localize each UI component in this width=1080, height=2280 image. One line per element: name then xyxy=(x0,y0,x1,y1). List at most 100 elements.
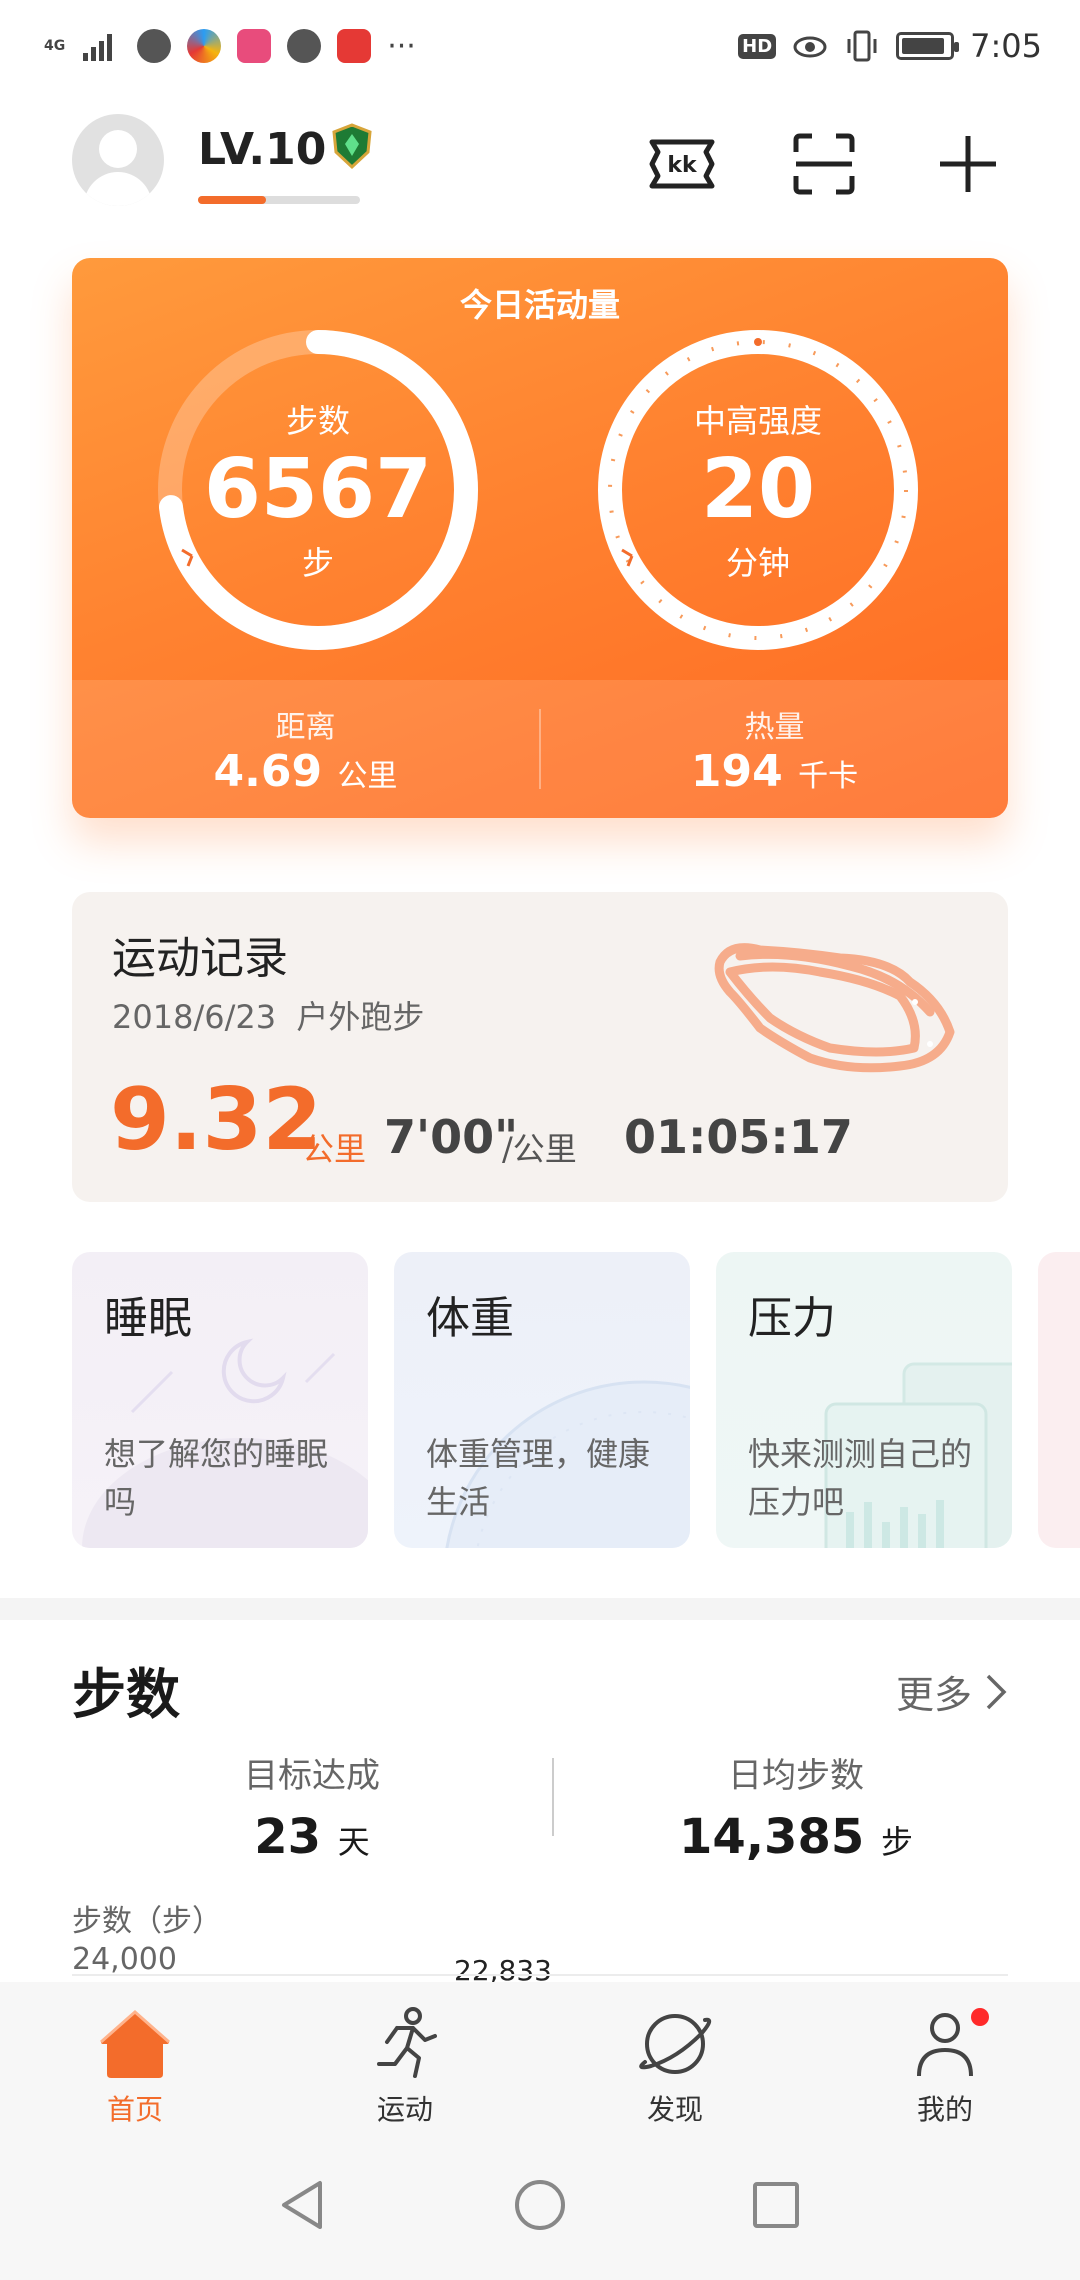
user-level[interactable]: LV.10 xyxy=(198,124,326,175)
battery-icon xyxy=(896,32,960,60)
steps-value: 6567 xyxy=(203,442,433,537)
nav-home[interactable]: 首页 xyxy=(0,1982,270,2130)
hd-icon: HD xyxy=(738,33,777,59)
more-label: 更多 xyxy=(895,1673,972,1717)
steps-unit: 步 xyxy=(301,544,334,582)
distance-stat: 距离 4.69 公里 xyxy=(72,702,539,797)
goal-unit: 天 xyxy=(337,1823,370,1861)
distance-value: 4.69 xyxy=(213,745,323,797)
next-card-partial[interactable] xyxy=(1038,1252,1080,1548)
record-type: 户外跑步 xyxy=(296,998,425,1036)
scan-button[interactable] xyxy=(786,126,862,202)
steps-section-title: 步数 xyxy=(72,1663,180,1726)
stress-card[interactable]: 压力 快来测测自己的压力吧 xyxy=(716,1252,1012,1548)
nav-discover-label: 发现 xyxy=(646,2093,703,2126)
weight-desc: 体重管理，健康生活 xyxy=(426,1435,651,1521)
avg-value: 14,385 xyxy=(679,1809,865,1865)
app-notify-icon xyxy=(337,29,372,63)
signal-icon xyxy=(83,34,113,61)
status-right: HD 7:05 xyxy=(738,27,1042,65)
record-date: 2018/6/23 xyxy=(112,998,277,1036)
calories-unit: 千卡 xyxy=(798,758,859,794)
running-icon xyxy=(377,2007,437,2078)
distance-label: 距离 xyxy=(275,709,336,745)
weight-card[interactable]: 体重 体重管理，健康生活 xyxy=(394,1252,690,1548)
record-subtitle: 2018/6/23 户外跑步 xyxy=(112,992,424,1038)
goal-achieved-stat: 目标达成 23 天 xyxy=(112,1748,512,1865)
today-activity-card[interactable]: 今日活动量 步数 6567 步 中高强度 20 分钟 距离 4.69 公里 热量… xyxy=(72,258,1008,818)
sleep-desc: 想了解您的睡眠吗 xyxy=(104,1435,329,1521)
sleep-title: 睡眠 xyxy=(104,1293,192,1344)
more-notifications-icon: ··· xyxy=(387,28,416,64)
goal-value: 23 xyxy=(254,1809,322,1865)
nav-home-label: 首页 xyxy=(106,2093,163,2126)
record-pace: 7'00" xyxy=(384,1110,519,1164)
kk-icon: kk xyxy=(649,139,715,189)
system-navigation-bar xyxy=(0,2130,1080,2280)
add-button[interactable] xyxy=(930,126,1006,202)
vibrate-icon xyxy=(847,30,877,62)
divider xyxy=(552,1758,554,1836)
wechat-icon xyxy=(137,29,172,63)
record-distance-unit: 公里 xyxy=(302,1130,367,1168)
avatar[interactable] xyxy=(72,114,164,206)
nav-me[interactable]: 我的 xyxy=(810,1982,1080,2130)
calories-stat: 热量 194 千卡 xyxy=(541,702,1008,797)
scan-icon xyxy=(793,133,855,195)
distance-unit: 公里 xyxy=(337,758,398,794)
record-pace-unit: /公里 xyxy=(502,1130,577,1168)
calories-value: 194 xyxy=(690,745,783,797)
feature-cards-row: 睡眠 想了解您的睡眠吗 体重 体重管理，健康生活 压力 快来测测自己的压力吧 xyxy=(72,1252,1080,1548)
activity-summary-row: 距离 4.69 公里 热量 194 千卡 xyxy=(72,680,1008,818)
planet-icon xyxy=(639,2014,712,2074)
home-circle-icon[interactable] xyxy=(512,2177,568,2233)
level-badge-icon xyxy=(332,123,372,170)
weight-title: 体重 xyxy=(426,1293,514,1344)
notification-dot xyxy=(971,2008,989,2026)
recents-icon[interactable] xyxy=(748,2177,804,2233)
activity-title: 今日活动量 xyxy=(459,286,620,324)
intensity-value: 20 xyxy=(700,442,816,537)
avg-label: 日均步数 xyxy=(728,1756,864,1796)
top-header: LV.10 kk xyxy=(72,110,1020,220)
exercise-record-card[interactable]: 运动记录 2018/6/23 户外跑步 9.32 公里 7'00" /公里 01… xyxy=(72,892,1008,1202)
kk-button[interactable]: kk xyxy=(644,126,720,202)
status-left: 4G ··· xyxy=(44,29,416,64)
goal-label: 目标达成 xyxy=(244,1756,380,1796)
home-icon xyxy=(100,2009,170,2078)
route-map-thumbnail xyxy=(714,943,955,1073)
clock: 7:05 xyxy=(970,27,1042,65)
nav-sport-label: 运动 xyxy=(376,2093,433,2126)
calories-label: 热量 xyxy=(744,709,805,745)
steps-label: 步数 xyxy=(285,402,350,440)
chart-gridline xyxy=(72,1974,1008,1976)
status-bar: 4G ··· HD 7:05 xyxy=(0,0,1080,92)
message-icon xyxy=(287,29,322,63)
chevron-right-icon xyxy=(986,1674,1007,1709)
steps-ring[interactable]: 步数 6567 步 xyxy=(152,324,484,656)
back-icon[interactable] xyxy=(276,2177,332,2233)
nav-me-label: 我的 xyxy=(916,2093,973,2126)
plus-icon xyxy=(940,136,996,192)
avg-unit: 步 xyxy=(880,1823,913,1861)
chart-axis-label: 步数（步） xyxy=(72,1904,222,1939)
bottom-navigation: 首页 运动 发现 我的 xyxy=(0,1982,1080,2130)
app-notify-icon xyxy=(187,29,222,63)
nav-sport[interactable]: 运动 xyxy=(270,1982,540,2130)
nav-discover[interactable]: 发现 xyxy=(540,1982,810,2130)
stress-desc: 快来测测自己的压力吧 xyxy=(748,1435,973,1521)
level-progress-bar xyxy=(198,196,360,204)
network-indicator: 4G xyxy=(44,38,66,54)
eye-comfort-icon xyxy=(793,36,827,58)
steps-more-link[interactable]: 更多 xyxy=(896,1664,1008,1719)
record-duration: 01:05:17 xyxy=(624,1110,853,1164)
app-notify-icon xyxy=(237,29,272,63)
intensity-unit: 分钟 xyxy=(725,544,790,582)
section-divider xyxy=(0,1598,1080,1620)
chart-y-tick: 24,000 xyxy=(72,1942,177,1977)
record-title: 运动记录 xyxy=(112,933,288,984)
svg-text:kk: kk xyxy=(667,153,698,178)
record-distance: 9.32 xyxy=(110,1070,323,1170)
intensity-ring[interactable]: 中高强度 20 分钟 xyxy=(592,324,924,656)
sleep-card[interactable]: 睡眠 想了解您的睡眠吗 xyxy=(72,1252,368,1548)
